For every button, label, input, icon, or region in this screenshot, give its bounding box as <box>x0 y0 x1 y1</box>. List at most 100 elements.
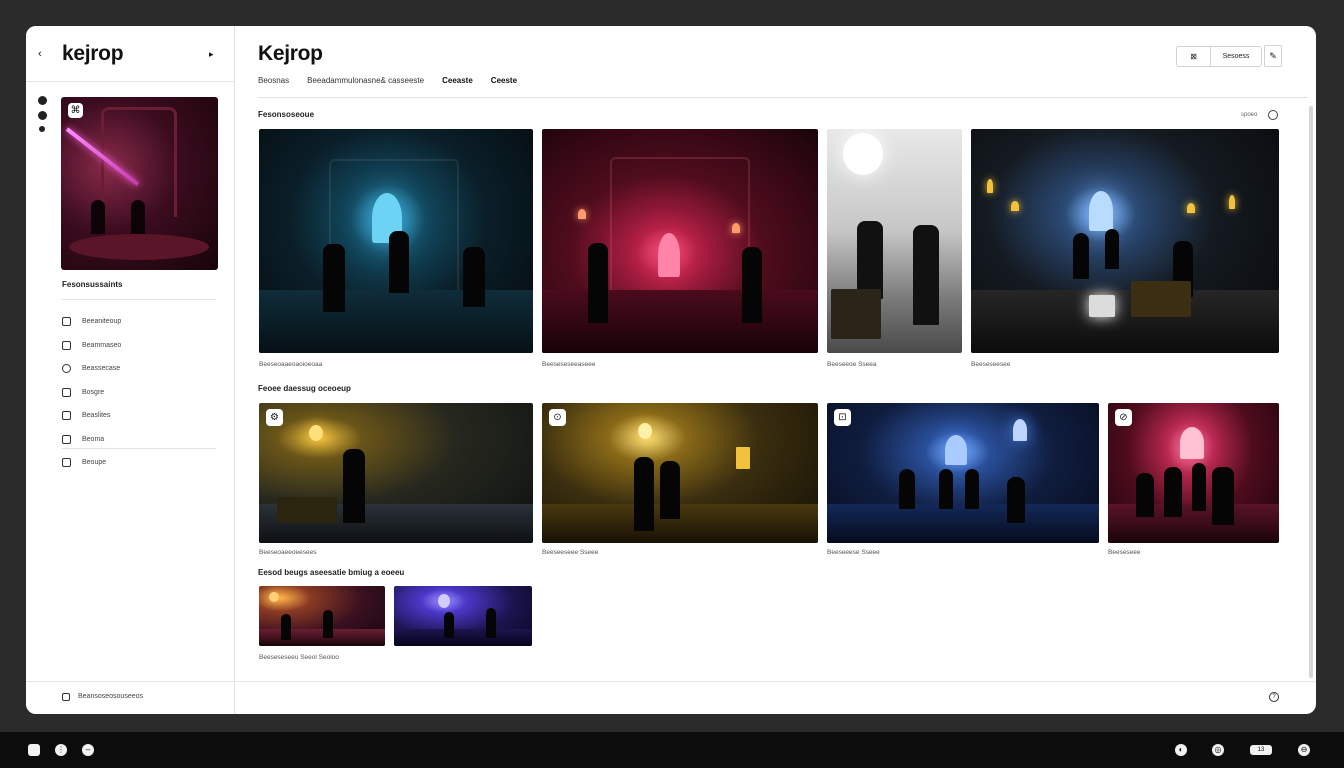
see-more-link[interactable]: spoeo <box>1241 112 1257 118</box>
card-badge-icon[interactable]: ⊘ <box>1115 409 1132 426</box>
card-figure <box>1192 463 1206 511</box>
square-icon <box>62 317 71 327</box>
card-light <box>438 594 450 608</box>
featured-floor <box>69 234 209 260</box>
gallery-card[interactable] <box>259 586 385 646</box>
card-floor <box>542 503 818 543</box>
gallery-card[interactable] <box>542 129 818 353</box>
gallery-card[interactable]: ⊙ <box>542 403 818 543</box>
section-title: Feoee daessug oceoeup <box>258 384 351 393</box>
sidebar-item-label: Beoma <box>82 435 105 443</box>
gallery-card[interactable] <box>394 586 532 646</box>
gallery-card[interactable] <box>971 129 1279 353</box>
tab-bar: Beosnas Beeadammulonasne& casseeste Ceea… <box>258 76 535 85</box>
card-caption: Beeseeseee Sseee <box>542 549 599 556</box>
card-table <box>1131 281 1191 317</box>
account-icon[interactable] <box>62 693 70 701</box>
card-table <box>831 289 881 339</box>
card-lamp <box>578 209 586 219</box>
power-icon[interactable]: ⊖ <box>1298 744 1310 756</box>
card-caption: Beeseseseeaseee <box>542 361 596 368</box>
card-figure <box>1073 233 1089 279</box>
sidebar-item-label: Beaslites <box>82 412 111 420</box>
clock-icon[interactable] <box>38 111 47 120</box>
sidebar-item-extra[interactable]: Beoupe <box>62 458 106 467</box>
scrollbar[interactable] <box>1309 106 1313 678</box>
card-figure <box>913 225 939 325</box>
gallery-card[interactable] <box>827 129 962 353</box>
featured-badge-icon[interactable]: ⌘ <box>68 103 83 118</box>
featured-artwork[interactable]: ⌘ <box>61 97 218 270</box>
card-figure <box>444 612 454 638</box>
grid-icon <box>62 411 71 421</box>
sidebar-item-3[interactable]: Beassecase <box>62 357 222 381</box>
filter-icon[interactable]: ⊠ <box>1177 47 1211 66</box>
gallery-card[interactable]: ⊡ <box>827 403 1099 543</box>
toolbar-button[interactable]: Sesoess <box>1211 47 1261 66</box>
card-lamp <box>987 179 993 193</box>
card-lamp <box>309 425 323 441</box>
tab-4[interactable]: Ceeste <box>491 76 517 85</box>
card-figure <box>939 469 953 509</box>
brand-logo[interactable]: kejrop <box>62 42 124 66</box>
main-content: Kejrop Beosnas Beeadammulonasne& cassees… <box>236 26 1316 714</box>
settings-icon <box>62 458 71 467</box>
card-floor <box>827 503 1099 543</box>
file-icon[interactable] <box>28 744 40 756</box>
card-caption: Beeseeese Sseee <box>827 549 880 556</box>
gallery-card[interactable]: ⊘ <box>1108 403 1279 543</box>
tab-2[interactable]: Beeadammulonasne& casseeste <box>307 76 424 85</box>
card-figure <box>1105 229 1119 269</box>
sidebar-item-label: Beassecase <box>82 365 121 373</box>
collapse-sidebar-icon[interactable]: ▸ <box>209 48 214 60</box>
toolbar-group: ⊠ Sesoess <box>1176 46 1262 67</box>
main-footer: ? <box>236 681 1316 714</box>
card-caption: Beeseseee <box>1108 549 1141 556</box>
card-light <box>945 435 967 465</box>
minus-icon[interactable]: – <box>82 744 94 756</box>
card-badge-icon[interactable]: ⊙ <box>549 409 566 426</box>
sidebar-item-label: Beammaseo <box>82 341 122 349</box>
card-figure <box>1007 477 1025 523</box>
back-icon[interactable]: ‹ <box>38 48 42 60</box>
sidebar-rail <box>38 96 50 138</box>
card-badge-icon[interactable]: ⚙ <box>266 409 283 426</box>
target-icon[interactable]: ◎ <box>1212 744 1224 756</box>
section-title: Fesonsoseoue <box>258 110 315 119</box>
folder-icon <box>62 434 71 444</box>
battery-icon[interactable]: 13 <box>1250 745 1272 755</box>
card-lamp <box>732 223 740 233</box>
card-caption: Beeseseseeu Seeol Seoloo <box>259 654 339 661</box>
card-caption: Beeseseesee <box>971 361 1011 368</box>
app-window: ‹ kejrop ▸ ⌘ Fesonsussaints Beeaniteoup <box>26 26 1316 714</box>
header-divider <box>258 97 1308 98</box>
sidebar-footer-label[interactable]: Beansoseosouseeos <box>78 693 143 700</box>
tab-1[interactable]: Beosnas <box>258 76 289 85</box>
gallery-card[interactable]: ⚙ <box>259 403 533 543</box>
home-icon[interactable] <box>38 96 47 105</box>
featured-figure <box>131 200 145 234</box>
sidebar-item-label: Beeaniteoup <box>82 318 122 326</box>
theme-icon[interactable]: ◐ <box>1175 744 1187 756</box>
sidebar-item-5[interactable]: Beaslites <box>62 404 222 428</box>
sidebar-item-2[interactable]: Beammaseo <box>62 334 222 358</box>
edit-icon[interactable]: ✎ <box>1264 45 1282 67</box>
tab-3[interactable]: Ceeaste <box>442 76 473 85</box>
card-light <box>843 133 883 175</box>
sidebar-nav: Beeaniteoup Beammaseo Beassecase Bosgre … <box>62 310 222 451</box>
pin-icon[interactable] <box>39 126 45 132</box>
menu-icon[interactable]: ⋮ <box>55 744 67 756</box>
sidebar-item-1[interactable]: Beeaniteoup <box>62 310 222 334</box>
sidebar: ‹ kejrop ▸ ⌘ Fesonsussaints Beeaniteoup <box>26 26 235 714</box>
sidebar-divider <box>62 448 216 449</box>
gallery-card[interactable] <box>259 129 533 353</box>
card-table <box>277 497 337 523</box>
card-figure <box>1212 467 1234 525</box>
card-figure <box>965 469 979 509</box>
card-badge-icon[interactable]: ⊡ <box>834 409 851 426</box>
help-icon[interactable]: ? <box>1269 692 1279 702</box>
card-reflection <box>1089 295 1115 317</box>
more-icon[interactable] <box>1268 110 1278 120</box>
card-light <box>1180 427 1204 459</box>
sidebar-item-4[interactable]: Bosgre <box>62 381 222 405</box>
